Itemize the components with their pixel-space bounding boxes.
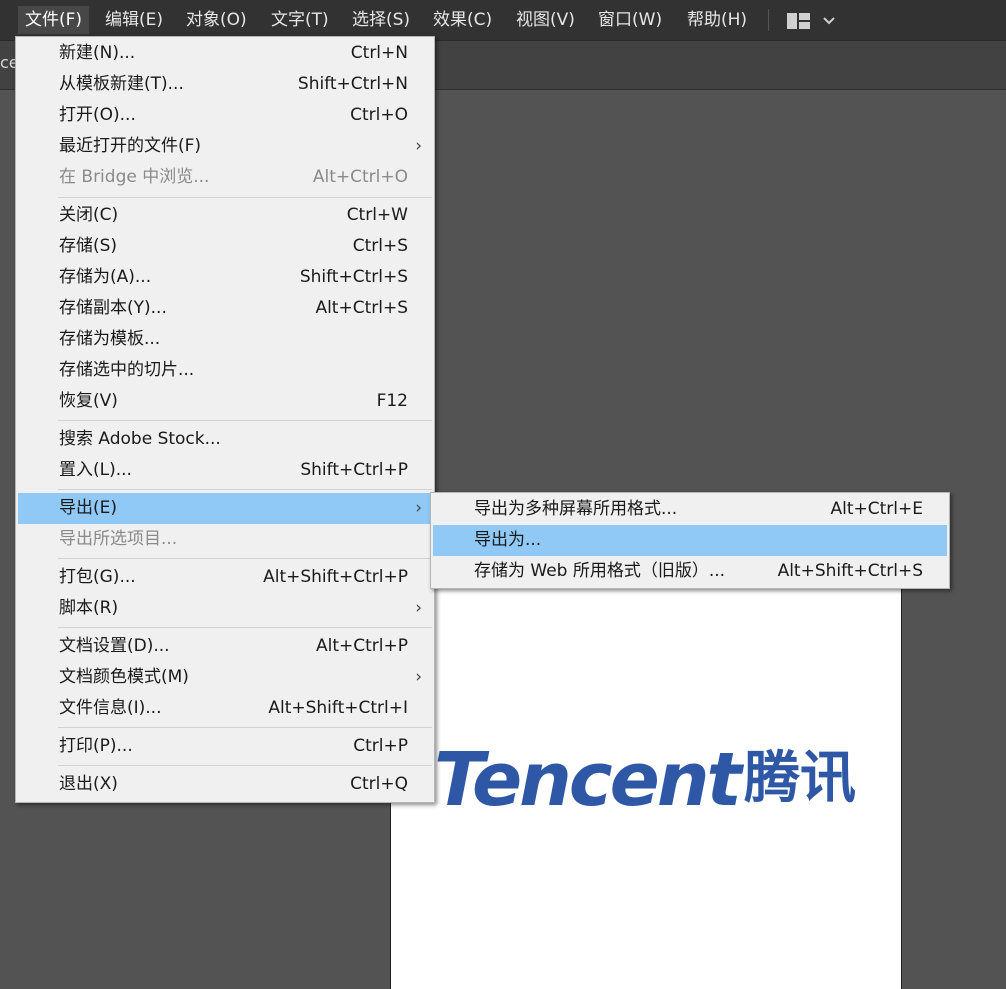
menu-item-place[interactable]: 置入(L)... Shift+Ctrl+P bbox=[18, 455, 432, 486]
menu-separator bbox=[58, 627, 432, 628]
menu-separator bbox=[58, 420, 432, 421]
menu-item-label: 存储选中的切片... bbox=[59, 360, 195, 380]
submenu-arrow-icon: › bbox=[415, 136, 422, 156]
menu-item-shortcut: Alt+Ctrl+P bbox=[315, 636, 408, 656]
menu-separator bbox=[58, 765, 432, 766]
menu-item-shortcut: Shift+Ctrl+S bbox=[299, 267, 408, 287]
menu-item-shortcut: Ctrl+O bbox=[350, 105, 408, 125]
menu-item-export[interactable]: 导出(E) › bbox=[18, 493, 432, 524]
submenu-arrow-icon: › bbox=[415, 667, 422, 687]
menu-item-shortcut: Ctrl+N bbox=[350, 43, 408, 63]
menu-item-shortcut: Ctrl+W bbox=[346, 205, 408, 225]
menu-item-package[interactable]: 打包(G)... Alt+Shift+Ctrl+P bbox=[18, 562, 432, 593]
menu-item-label: 新建(N)... bbox=[59, 43, 136, 63]
menu-item-shortcut: Shift+Ctrl+P bbox=[300, 460, 408, 480]
menu-item-open[interactable]: 打开(O)... Ctrl+O bbox=[18, 100, 432, 131]
menu-item-label: 导出为... bbox=[474, 530, 542, 550]
menu-item-label: 文件信息(I)... bbox=[59, 698, 162, 718]
menu-item-label: 从模板新建(T)... bbox=[59, 74, 184, 94]
menu-item-save-selected-slices[interactable]: 存储选中的切片... bbox=[18, 355, 432, 386]
menu-item-new-from-template[interactable]: 从模板新建(T)... Shift+Ctrl+N bbox=[18, 69, 432, 100]
menu-item-exit[interactable]: 退出(X) Ctrl+Q bbox=[18, 769, 432, 800]
menu-effect[interactable]: 效果(C) bbox=[426, 6, 499, 34]
submenu-arrow-icon: › bbox=[415, 498, 422, 518]
menu-item-save-for-web[interactable]: 存储为 Web 所用格式（旧版）... Alt+Shift+Ctrl+S bbox=[433, 556, 947, 587]
menu-item-shortcut: Ctrl+Q bbox=[350, 774, 408, 794]
menu-separator bbox=[58, 489, 432, 490]
menu-item-label: 导出为多种屏幕所用格式... bbox=[474, 499, 678, 519]
menu-item-shortcut: Alt+Ctrl+E bbox=[830, 499, 924, 519]
menu-item-label: 文档颜色模式(M) bbox=[59, 667, 189, 687]
menu-object[interactable]: 对象(O) bbox=[179, 6, 254, 34]
export-submenu: 导出为多种屏幕所用格式... Alt+Ctrl+E 导出为... 存储为 Web… bbox=[430, 492, 950, 589]
menu-item-print[interactable]: 打印(P)... Ctrl+P bbox=[18, 731, 432, 762]
menu-view[interactable]: 视图(V) bbox=[509, 6, 582, 34]
file-menu: 新建(N)... Ctrl+N 从模板新建(T)... Shift+Ctrl+N… bbox=[15, 36, 435, 803]
menu-item-document-color-mode[interactable]: 文档颜色模式(M) › bbox=[18, 662, 432, 693]
menu-item-save-as-template[interactable]: 存储为模板... bbox=[18, 324, 432, 355]
menu-item-revert[interactable]: 恢复(V) F12 bbox=[18, 386, 432, 417]
menu-item-label: 关闭(C) bbox=[59, 205, 119, 225]
menu-window[interactable]: 窗口(W) bbox=[591, 6, 669, 34]
menu-item-scripts[interactable]: 脚本(R) › bbox=[18, 593, 432, 624]
app-window: 文件(F) 编辑(E) 对象(O) 文字(T) 选择(S) 效果(C) 视图(V… bbox=[0, 0, 1006, 989]
menu-item-export-as[interactable]: 导出为... bbox=[433, 525, 947, 556]
menu-item-shortcut: Shift+Ctrl+N bbox=[297, 74, 408, 94]
menu-item-new[interactable]: 新建(N)... Ctrl+N bbox=[18, 38, 432, 69]
menu-type[interactable]: 文字(T) bbox=[264, 6, 336, 34]
menu-item-label: 打包(G)... bbox=[59, 567, 136, 587]
menu-item-label: 退出(X) bbox=[59, 774, 118, 794]
menu-item-label: 存储为 Web 所用格式（旧版）... bbox=[474, 561, 726, 581]
menu-select[interactable]: 选择(S) bbox=[345, 6, 417, 34]
tencent-logo-text: Tencent bbox=[434, 737, 742, 823]
menu-item-export-for-screens[interactable]: 导出为多种屏幕所用格式... Alt+Ctrl+E bbox=[433, 494, 947, 525]
menu-item-save-copy[interactable]: 存储副本(Y)... Alt+Ctrl+S bbox=[18, 293, 432, 324]
menu-separator bbox=[58, 727, 432, 728]
menu-item-label: 打开(O)... bbox=[59, 105, 136, 125]
menu-item-file-info[interactable]: 文件信息(I)... Alt+Shift+Ctrl+I bbox=[18, 693, 432, 724]
menu-item-recent-files[interactable]: 最近打开的文件(F) › bbox=[18, 131, 432, 162]
workspace-switcher[interactable] bbox=[786, 10, 842, 32]
menu-item-document-setup[interactable]: 文档设置(D)... Alt+Ctrl+P bbox=[18, 631, 432, 662]
menu-item-label: 最近打开的文件(F) bbox=[59, 136, 202, 156]
menu-item-label: 脚本(R) bbox=[59, 598, 119, 618]
menu-item-label: 存储副本(Y)... bbox=[59, 298, 167, 318]
menu-item-shortcut: F12 bbox=[376, 391, 408, 411]
menu-separator bbox=[58, 197, 432, 198]
menu-edit[interactable]: 编辑(E) bbox=[98, 6, 170, 34]
menu-item-browse-in-bridge: 在 Bridge 中浏览... Alt+Ctrl+O bbox=[18, 162, 432, 193]
menu-item-label: 搜索 Adobe Stock... bbox=[59, 429, 221, 449]
menubar-divider bbox=[768, 9, 769, 31]
menu-item-label: 恢复(V) bbox=[59, 391, 118, 411]
menu-item-label: 导出所选项目... bbox=[59, 529, 178, 549]
menu-item-label: 存储为模板... bbox=[59, 329, 161, 349]
menu-item-close[interactable]: 关闭(C) Ctrl+W bbox=[18, 200, 432, 231]
menu-item-label: 在 Bridge 中浏览... bbox=[59, 167, 210, 187]
menu-item-search-adobe-stock[interactable]: 搜索 Adobe Stock... bbox=[18, 424, 432, 455]
menu-item-shortcut: Alt+Shift+Ctrl+P bbox=[263, 567, 408, 587]
menu-file[interactable]: 文件(F) bbox=[18, 6, 90, 34]
menu-item-export-selection: 导出所选项目... bbox=[18, 524, 432, 555]
menu-separator bbox=[58, 558, 432, 559]
menu-item-label: 存储(S) bbox=[59, 236, 118, 256]
menu-item-shortcut: Alt+Ctrl+S bbox=[315, 298, 408, 318]
submenu-arrow-icon: › bbox=[415, 598, 422, 618]
menu-item-label: 打印(P)... bbox=[59, 736, 133, 756]
menu-item-shortcut: Alt+Ctrl+O bbox=[312, 167, 408, 187]
menu-item-label: 存储为(A)... bbox=[59, 267, 152, 287]
menu-item-shortcut: Alt+Shift+Ctrl+I bbox=[268, 698, 408, 718]
menu-item-shortcut: Ctrl+P bbox=[353, 736, 408, 756]
menu-bar: 文件(F) 编辑(E) 对象(O) 文字(T) 选择(S) 效果(C) 视图(V… bbox=[0, 0, 1006, 41]
menu-item-label: 导出(E) bbox=[59, 498, 118, 518]
chevron-down-icon bbox=[823, 17, 835, 25]
tencent-logo-chinese: 腾讯 bbox=[744, 746, 856, 811]
menu-item-shortcut: Ctrl+S bbox=[352, 236, 408, 256]
menu-item-label: 文档设置(D)... bbox=[59, 636, 170, 656]
menu-help[interactable]: 帮助(H) bbox=[680, 6, 754, 34]
menu-item-shortcut: Alt+Shift+Ctrl+S bbox=[777, 561, 923, 581]
menu-item-label: 置入(L)... bbox=[59, 460, 132, 480]
menu-item-save-as[interactable]: 存储为(A)... Shift+Ctrl+S bbox=[18, 262, 432, 293]
menu-item-save[interactable]: 存储(S) Ctrl+S bbox=[18, 231, 432, 262]
